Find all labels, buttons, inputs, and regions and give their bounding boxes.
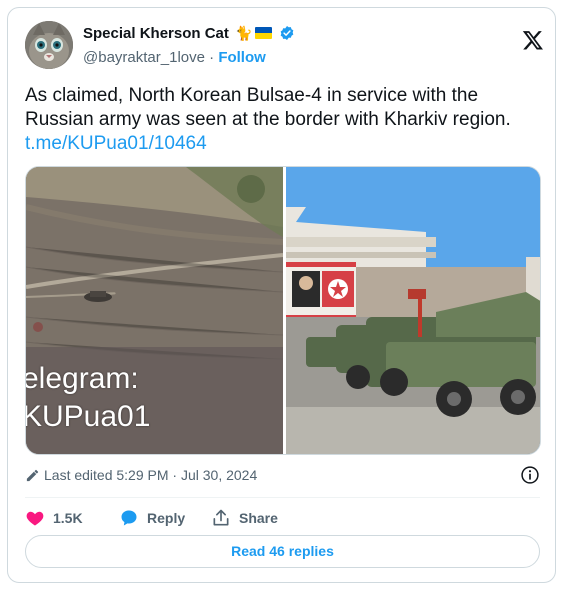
tweet-link[interactable]: t.me/KUPua01/10464 <box>25 132 540 156</box>
x-logo-icon[interactable] <box>522 29 544 51</box>
parade-photo[interactable] <box>286 167 540 454</box>
like-button[interactable]: 1.5K <box>25 508 83 528</box>
reply-button[interactable]: Reply <box>119 508 185 528</box>
reply-bubble-icon <box>121 510 137 526</box>
share-icon <box>213 509 229 526</box>
heart-icon <box>26 511 44 526</box>
aerial-photo[interactable]: elegram: KUPua01 <box>26 167 283 454</box>
author-handle[interactable]: @bayraktar_1love <box>83 49 205 66</box>
last-edited[interactable]: Last edited 5:29 PM · Jul 30, 2024 <box>25 467 257 483</box>
tweet-card: Special Kherson Cat 🐈 @bayraktar_1love ·… <box>7 7 556 583</box>
avatar[interactable] <box>25 21 73 69</box>
tweet-text: As claimed, North Korean Bulsae-4 in ser… <box>25 84 540 156</box>
like-count: 1.5K <box>53 510 83 526</box>
follow-button[interactable]: Follow <box>218 49 266 66</box>
author-name[interactable]: Special Kherson Cat 🐈 <box>83 25 295 42</box>
separator-dot: · <box>209 49 215 66</box>
watermark-line2: KUPua01 <box>26 400 151 433</box>
parade-scene <box>286 167 540 454</box>
info-icon[interactable] <box>520 465 540 485</box>
tweet-media[interactable]: elegram: KUPua01 <box>25 166 541 455</box>
verified-badge-icon <box>280 26 294 40</box>
read-replies-button[interactable]: Read 46 replies <box>25 535 540 568</box>
author-handle-row: @bayraktar_1love · Follow <box>83 49 266 66</box>
last-edited-text: Last edited 5:29 PM · Jul 30, 2024 <box>44 467 258 483</box>
ukraine-flag-icon <box>254 27 272 39</box>
share-button[interactable]: Share <box>211 508 278 528</box>
share-label: Share <box>239 510 278 526</box>
divider <box>25 497 540 498</box>
watermark-line1: elegram: <box>26 362 139 395</box>
reply-label: Reply <box>147 510 186 526</box>
cat-emoji: 🐈 <box>235 25 253 41</box>
tweet-body: As claimed, North Korean Bulsae-4 in ser… <box>25 85 511 130</box>
author-name-text[interactable]: Special Kherson Cat <box>83 25 229 42</box>
pencil-icon <box>26 469 39 482</box>
